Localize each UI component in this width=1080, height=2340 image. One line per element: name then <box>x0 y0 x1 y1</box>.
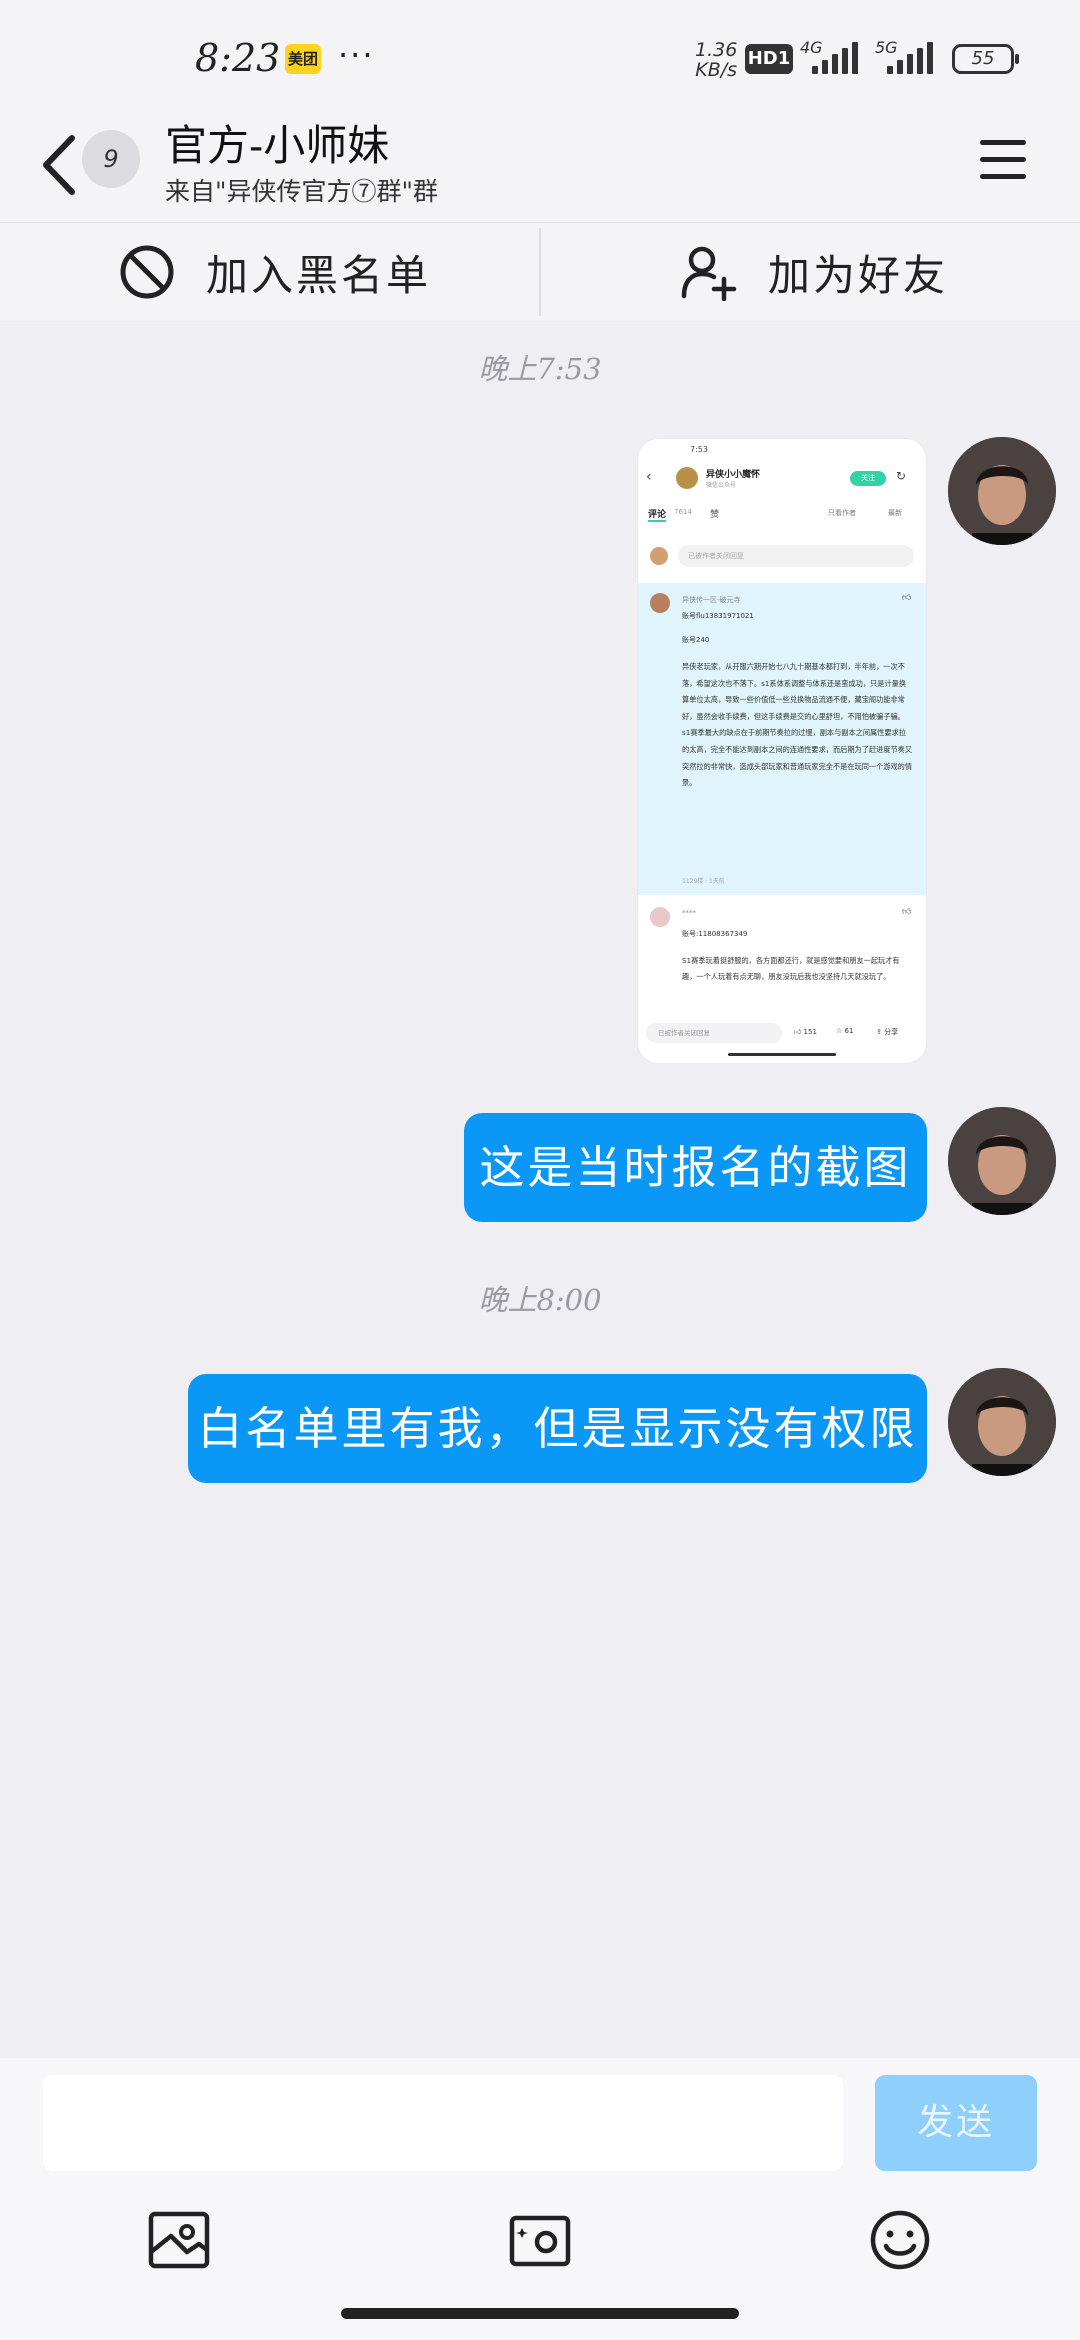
ss-time: 7:53 <box>690 445 708 454</box>
unread-count-badge[interactable]: 9 <box>82 130 140 188</box>
network-speed: 1.36 KB/s <box>695 40 737 80</box>
menu-button[interactable] <box>980 140 1026 186</box>
signal-4g-icon: 4G <box>800 38 870 74</box>
ss-user-name: 异侠小小魔怀 <box>706 470 761 480</box>
status-time: 8:23 <box>195 36 281 80</box>
ss-option-latest: 最新 <box>888 509 902 517</box>
image-message[interactable]: 7:53 ‹ 异侠小小魔怀 微信公众号 关注 ↻ 评论 7614 赞 只看作者 … <box>638 439 926 1063</box>
gallery-button[interactable] <box>147 2208 211 2272</box>
ss-option-author: 只看作者 <box>828 509 856 517</box>
avatar-photo <box>948 437 1056 545</box>
ss-c1-level: 账号240 <box>682 636 710 644</box>
message-input[interactable] <box>43 2075 843 2171</box>
action-bar: 加入黑名单 加为好友 <box>0 222 1080 321</box>
ss-c1-body: 异侠老玩家，从开服六期开始七八九十期基本都打到，半年前，一次不落，希望这次也不落… <box>682 662 913 788</box>
send-button[interactable]: 发送 <box>875 2075 1037 2171</box>
text-message-bubble[interactable]: 这是当时报名的截图 <box>464 1113 927 1222</box>
ss-c1-meta: 1129楼 · 1天前 <box>682 878 725 885</box>
emoji-button[interactable] <box>868 2208 932 2272</box>
ss-refresh-icon: ↻ <box>896 469 907 483</box>
chat-header: 9 官方-小师妹 来自"异侠传官方⑦群"群 <box>0 110 1080 222</box>
ss-c2-body: S1赛季玩着挺舒服的，各方面都还行，就是感觉要和朋友一起玩才有趣，一个人玩着有点… <box>682 956 900 981</box>
chevron-left-icon <box>43 135 75 195</box>
battery-icon: 55 <box>952 44 1019 74</box>
ss-like-count: 👍︎ 151 <box>794 1028 817 1036</box>
ss-c2-like-icon: 👍︎ <box>902 907 912 917</box>
ss-user-sub: 微信公众号 <box>706 482 737 489</box>
add-friend-label: 加为好友 <box>768 250 949 300</box>
message-timestamp: 晚上8:00 <box>478 1283 602 1317</box>
ss-footer-input: 已被作者关闭回复 <box>646 1023 782 1043</box>
blacklist-label: 加入黑名单 <box>206 250 432 300</box>
ss-c2-avatar <box>650 907 670 927</box>
ss-star-count: ☆ 61 <box>836 1027 854 1035</box>
network-speed-unit: KB/s <box>695 59 738 81</box>
image-icon <box>148 2211 210 2269</box>
network-speed-value: 1.36 <box>695 39 738 61</box>
ss-c2-name: **** <box>682 909 696 917</box>
ss-tab-comments: 评论 <box>648 507 667 522</box>
ss-user-avatar <box>676 467 698 489</box>
my-avatar[interactable] <box>948 1107 1056 1215</box>
ss-tab-likes: 赞 <box>710 510 720 520</box>
block-icon <box>120 245 174 299</box>
battery-level: 55 <box>971 48 995 69</box>
ss-home-indicator <box>728 1053 836 1056</box>
ss-c1-like-icon: 👍︎ <box>902 593 912 603</box>
ss-c1-account: 账号flu13831971021 <box>682 612 754 620</box>
avatar-photo <box>948 1368 1056 1476</box>
message-timestamp: 晚上7:53 <box>478 352 602 386</box>
ss-share: ⇪ 分享 <box>876 1028 899 1036</box>
emoji-icon <box>870 2210 930 2270</box>
back-button[interactable] <box>38 132 86 202</box>
status-bar: 8:23 美团 ··· 1.36 KB/s HD1 4G 5G 55 <box>0 0 1080 110</box>
avatar-photo <box>948 1107 1056 1215</box>
signal-5g-icon: 5G <box>875 38 945 74</box>
chat-title: 官方-小师妹 <box>165 121 390 170</box>
camera-button[interactable] <box>508 2208 572 2272</box>
my-avatar[interactable] <box>948 437 1056 545</box>
ss-me-avatar <box>650 547 668 565</box>
blacklist-button[interactable]: 加入黑名单 <box>118 223 431 321</box>
camera-icon <box>509 2215 571 2267</box>
ss-comment-input: 已被作者关闭回复 <box>678 545 914 567</box>
add-user-icon <box>681 246 737 301</box>
ss-follow-button: 关注 <box>850 471 886 486</box>
meituan-app-icon: 美团 <box>285 44 321 74</box>
hd-voice-badge: HD1 <box>745 44 793 74</box>
ss-tab-comments-count: 7614 <box>674 508 692 516</box>
ss-back-icon: ‹ <box>646 469 652 485</box>
ss-c2-account: 账号:11808367349 <box>682 930 748 938</box>
action-divider <box>539 228 541 316</box>
text-message-bubble[interactable]: 白名单里有我，但是显示没有权限 <box>188 1374 927 1483</box>
home-indicator[interactable] <box>341 2308 739 2319</box>
chat-subtitle: 来自"异侠传官方⑦群"群 <box>165 177 438 206</box>
input-bar: 发送 <box>0 2058 1080 2340</box>
ss-c1-name: 异侠传一区-破元寺 <box>682 596 741 604</box>
my-avatar[interactable] <box>948 1368 1056 1476</box>
ss-c1-avatar <box>650 593 670 613</box>
more-notifications-icon: ··· <box>338 36 375 74</box>
add-friend-button[interactable]: 加为好友 <box>680 223 948 321</box>
menu-icon <box>980 140 1026 145</box>
